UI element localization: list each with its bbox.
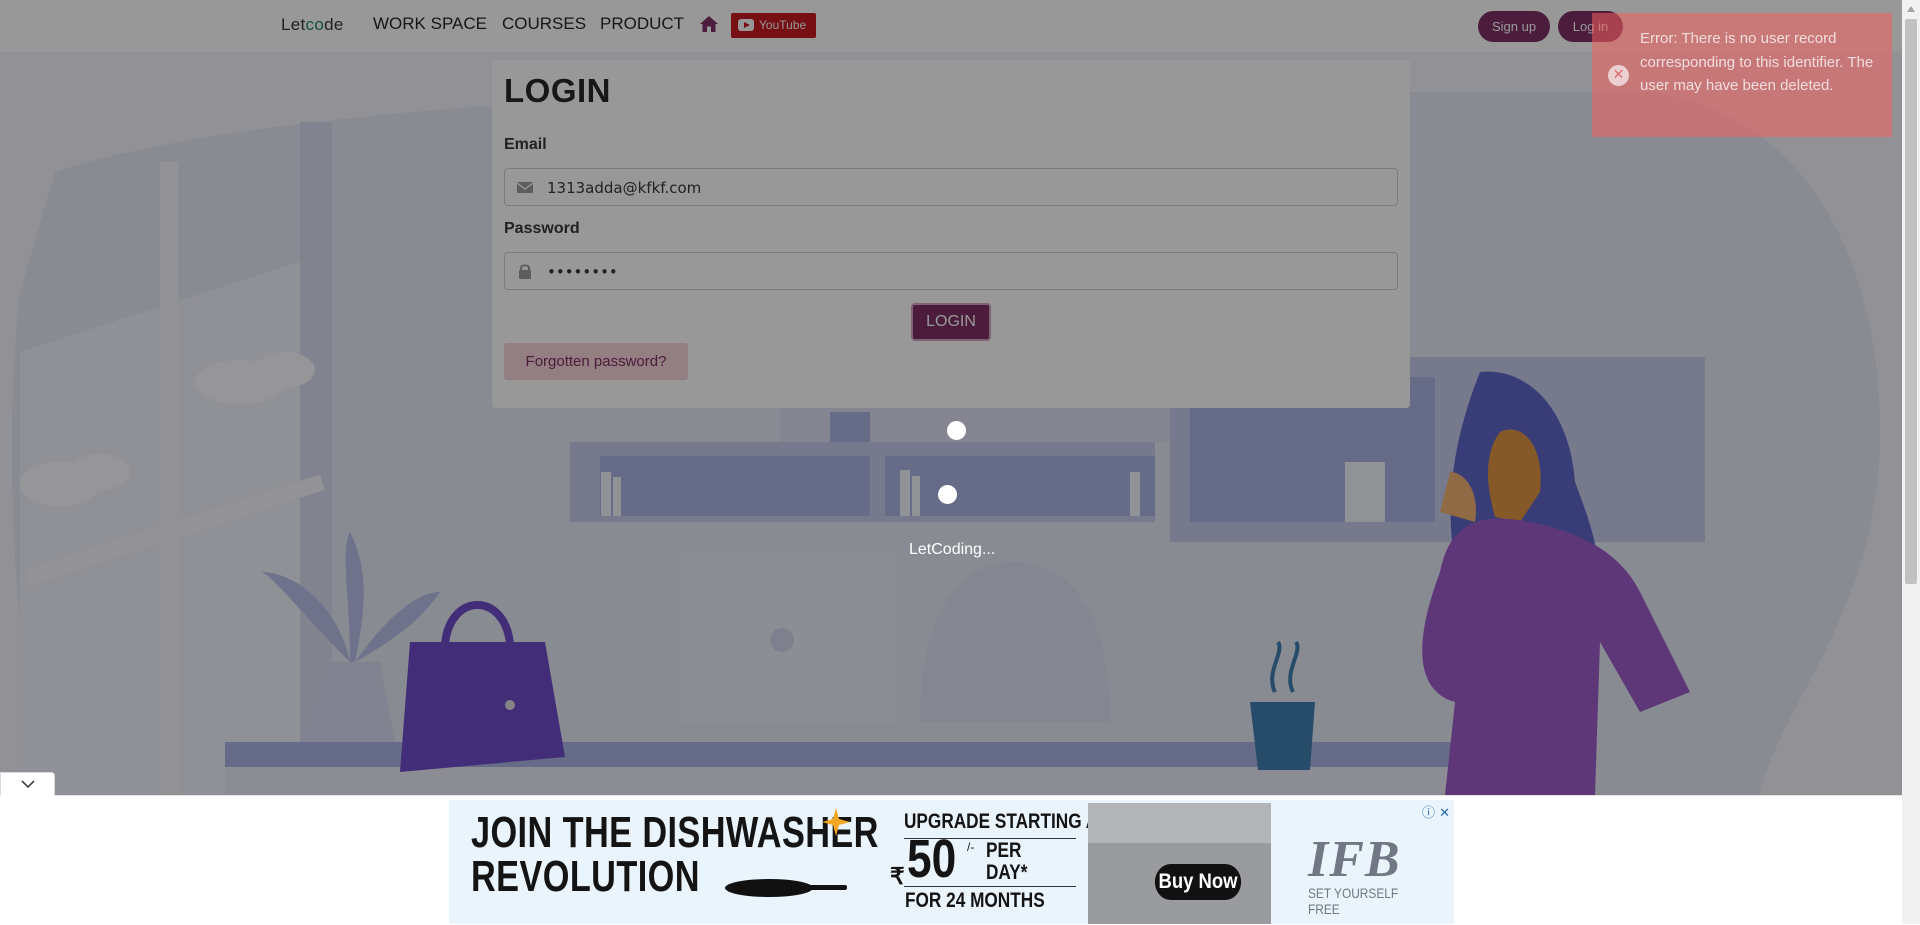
ad-per-label: PER DAY*: [986, 840, 1027, 884]
loader-dot: [947, 421, 966, 440]
ad-per-line1: PER: [986, 839, 1022, 862]
dishwasher-panel: [1088, 803, 1271, 843]
error-icon[interactable]: ✕: [1608, 65, 1629, 86]
ad-rule-bottom: [904, 886, 1076, 887]
ifb-logo: IFB: [1308, 831, 1401, 888]
dishwasher-ad[interactable]: JOIN THE DISHWASHER REVOLUTION UPGRADE S…: [449, 800, 1454, 924]
ad-duration: FOR 24 MONTHS: [905, 889, 1045, 912]
scroll-up-icon[interactable]: [1907, 6, 1915, 12]
sparkle-icon: [822, 808, 850, 836]
error-toast: ✕ Error: There is no user record corresp…: [1592, 13, 1892, 137]
ad-headline-line2: REVOLUTION: [471, 852, 700, 901]
loader-dot: [938, 485, 957, 504]
ad-per-slash: /-: [967, 840, 975, 854]
chevron-down-icon: [21, 780, 35, 789]
ifb-tagline: SET YOURSELF FREE: [1308, 885, 1399, 917]
adchoices-icon[interactable]: ⓘ ✕: [1422, 802, 1450, 821]
ad-collapse-button[interactable]: [0, 772, 55, 796]
buy-now-button[interactable]: Buy Now: [1154, 864, 1242, 900]
toast-message: Error: There is no user record correspon…: [1640, 30, 1874, 94]
ad-price: 50: [907, 829, 957, 889]
pan-icon: [725, 879, 847, 897]
loading-text: LetCoding...: [909, 541, 996, 558]
ad-per-line2: DAY*: [986, 861, 1028, 884]
ad-currency: ₹: [890, 863, 905, 889]
ad-headline-line1: JOIN THE DISHWASHER: [471, 808, 879, 857]
scrollbar-thumb[interactable]: [1905, 19, 1917, 584]
page-scrollbar[interactable]: [1902, 0, 1920, 924]
